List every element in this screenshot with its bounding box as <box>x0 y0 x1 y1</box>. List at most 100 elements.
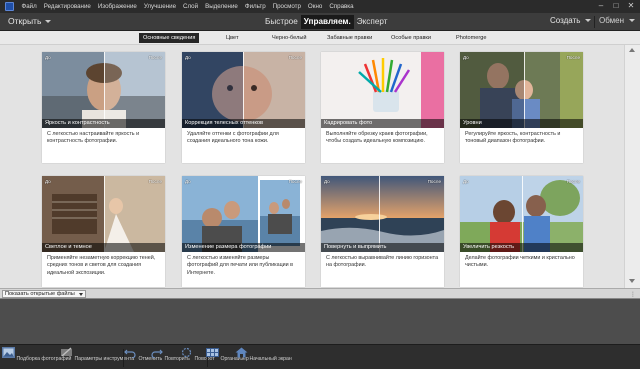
card-resize-photo[interactable]: До После Изменение размера фотографии С … <box>182 176 305 287</box>
mode-expert[interactable]: Эксперт <box>354 15 391 29</box>
menu-bar: Файл Редактирование Изображение Улучшени… <box>0 0 640 13</box>
tool-options-button[interactable]: Параметры инструмента <box>60 347 134 362</box>
tab-black-white[interactable]: Черно-белый <box>272 33 307 43</box>
share-button[interactable]: Обмен <box>599 16 635 25</box>
toolbar-divider <box>594 16 595 28</box>
card-title: Повернуть и выпрямить <box>321 243 444 252</box>
card-title: Коррекция телесных оттенков <box>182 119 305 128</box>
menu-file[interactable]: Файл <box>18 3 40 10</box>
card-title: Светлое и темное <box>42 243 165 252</box>
menu-window[interactable]: Окно <box>304 3 325 10</box>
before-after-divider <box>243 52 244 128</box>
open-label: Открыть <box>8 16 42 26</box>
close-button[interactable]: ✕ <box>624 1 638 11</box>
guided-tabs: Основные сведения Цвет Черно-белый Забав… <box>0 31 640 45</box>
rotate-icon <box>181 347 192 358</box>
tab-special-edits[interactable]: Особые правки <box>391 33 431 43</box>
menu-edit[interactable]: Редактирование <box>40 3 94 10</box>
after-label: После <box>566 55 580 60</box>
chevron-down-icon <box>45 19 52 23</box>
card-description: Выполняйте обрезку краев фотографии, что… <box>326 131 428 145</box>
menu-help[interactable]: Справка <box>326 3 357 10</box>
card-skin-tone[interactable]: До После Коррекция телесных оттенков Уда… <box>182 52 305 163</box>
chevron-down-icon <box>585 19 592 22</box>
menu-layer[interactable]: Слой <box>180 3 202 10</box>
show-files-dropdown[interactable]: Показать открытые файлы <box>2 290 86 298</box>
card-description: С легкостью выравнивайте линию горизонта… <box>326 255 439 269</box>
maximize-button[interactable]: □ <box>609 1 623 11</box>
photo-bin-icon <box>2 347 15 358</box>
home-screen-button[interactable]: Начальный экран <box>235 347 292 362</box>
card-shadows-highlights[interactable]: До После Светлое и темное Применяйте нез… <box>42 176 165 287</box>
show-files-label: Показать открытые файлы <box>5 291 75 297</box>
card-description: Делайте фотографии четкими и кристально … <box>465 255 575 269</box>
scroll-up-arrow-icon[interactable] <box>629 48 635 52</box>
home-icon <box>235 347 248 358</box>
before-after-divider <box>104 52 105 128</box>
thumbnail-baby-photo: До После Коррекция телесных оттенков <box>182 52 305 128</box>
before-label: До <box>463 55 469 60</box>
menu-view[interactable]: Просмотр <box>269 3 304 10</box>
menu-enhance[interactable]: Улучшение <box>140 3 179 10</box>
thumbnail-pencils-photo: Кадрировать фото <box>321 52 444 128</box>
thumbnail-sunset-photo: До После Повернуть и выпрямить <box>321 176 444 252</box>
card-levels[interactable]: До После Уровни Регулируйте яркость, кон… <box>460 52 583 163</box>
share-label: Обмен <box>599 16 624 25</box>
card-title: Изменение размера фотографии <box>182 243 305 252</box>
vertical-scrollbar[interactable] <box>624 45 640 288</box>
photo-bin-area[interactable] <box>0 299 640 344</box>
before-label: До <box>324 179 330 184</box>
thumbnail-portrait-photo: До После Яркость и контрастность <box>42 52 165 128</box>
scroll-down-arrow-icon[interactable] <box>629 279 635 283</box>
thumbnail-bride-photo: До После Светлое и темное <box>42 176 165 252</box>
home-screen-label: Начальный экран <box>249 356 292 362</box>
redo-icon <box>151 349 163 359</box>
card-title: Яркость и контрастность <box>42 119 165 128</box>
card-description: Удаляйте оттенки с фотографии для создан… <box>187 131 279 145</box>
app-logo-icon <box>5 2 14 11</box>
menu-filter[interactable]: Фильтр <box>241 3 269 10</box>
rotate-button[interactable]: Поворот <box>180 347 215 362</box>
redo-button[interactable]: Повторить <box>150 347 190 362</box>
tab-fun-edits[interactable]: Забавные правки <box>327 33 372 43</box>
menu-image[interactable]: Изображение <box>94 3 140 10</box>
card-sharpen[interactable]: До После Увеличить резкость Делайте фото… <box>460 176 583 287</box>
before-label: До <box>185 55 191 60</box>
mode-switcher: Быстрое Управляем. Эксперт <box>262 15 391 29</box>
undo-button[interactable]: Отменить <box>124 347 162 362</box>
after-label: После <box>566 179 580 184</box>
window-controls: – □ ✕ <box>594 1 638 11</box>
before-after-divider <box>104 176 105 252</box>
after-label: После <box>288 179 302 184</box>
minimize-button[interactable]: – <box>594 1 608 11</box>
tab-basics[interactable]: Основные сведения <box>139 33 200 43</box>
top-toolbar: Открыть Быстрое Управляем. Эксперт Созда… <box>0 13 640 31</box>
card-description: Применяйте незаметную коррекцию теней, с… <box>47 255 156 276</box>
tab-photomerge[interactable]: Photomerge <box>456 33 486 43</box>
create-button[interactable]: Создать <box>550 16 592 25</box>
tab-color[interactable]: Цвет <box>226 33 239 43</box>
card-crop[interactable]: Кадрировать фото Выполняйте обрезку крае… <box>321 52 444 163</box>
chevron-down-icon <box>629 19 635 22</box>
organizer-button[interactable]: Органайзер <box>206 347 249 362</box>
open-button[interactable]: Открыть <box>8 16 52 26</box>
after-label: После <box>148 55 162 60</box>
guided-edits-panel: До После Яркость и контрастность С легко… <box>0 45 624 288</box>
card-brightness-contrast[interactable]: До После Яркость и контрастность С легко… <box>42 52 165 163</box>
undo-icon <box>124 349 136 359</box>
before-label: До <box>45 55 51 60</box>
thumbnail-beach-photo: До После Изменение размера фотографии <box>182 176 305 252</box>
mode-quick[interactable]: Быстрое <box>262 15 301 29</box>
before-label: До <box>463 179 469 184</box>
chevron-down-icon <box>79 293 83 296</box>
panel-resize-handle-icon[interactable]: ⋮ <box>630 291 636 298</box>
mode-guided[interactable]: Управляем. <box>300 15 354 29</box>
photo-bin-button[interactable]: Подборка фотографий <box>2 347 71 362</box>
thumbnail-family-photo: До После Уровни <box>460 52 583 128</box>
menu-select[interactable]: Выделение <box>202 3 242 10</box>
card-title: Кадрировать фото <box>321 119 444 128</box>
thumbnail-kids-photo: До После Увеличить резкость <box>460 176 583 252</box>
card-rotate-straighten[interactable]: До После Повернуть и выпрямить С легкост… <box>321 176 444 287</box>
card-description: Регулируйте яркость, контрастность и тон… <box>465 131 561 145</box>
after-label: После <box>427 179 441 184</box>
